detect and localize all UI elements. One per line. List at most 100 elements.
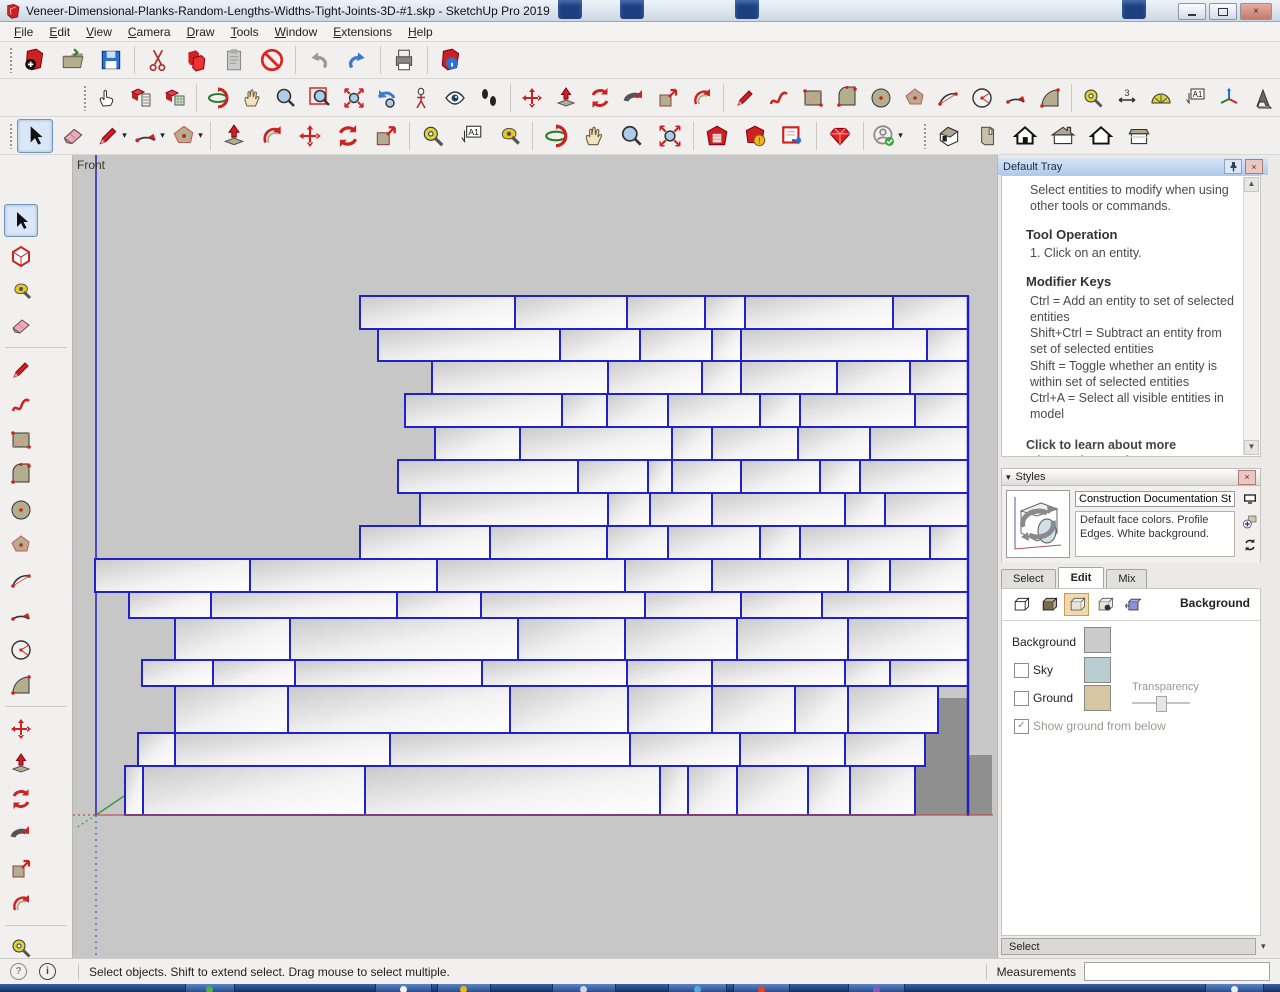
rectangle-button[interactable] — [797, 81, 829, 115]
styles-panel-header[interactable]: ▾ Styles × — [1001, 468, 1261, 486]
paint-bucket-button[interactable] — [4, 274, 38, 307]
erase-button[interactable] — [254, 43, 290, 77]
house-iso-button[interactable] — [931, 119, 967, 153]
scroll-up-icon[interactable]: ▲ — [1244, 177, 1259, 192]
pan-button[interactable] — [576, 119, 612, 153]
plank[interactable] — [844, 659, 891, 687]
plank[interactable] — [892, 295, 969, 330]
follow-me-button[interactable] — [4, 817, 38, 850]
plank[interactable] — [667, 525, 761, 560]
plank[interactable] — [561, 393, 608, 428]
select-field-arrow-icon[interactable]: ▾ — [1261, 941, 1266, 952]
plank[interactable] — [736, 765, 809, 816]
follow-me-button[interactable] — [618, 81, 650, 115]
plank[interactable] — [859, 459, 969, 494]
menu-tools[interactable]: Tools — [223, 23, 267, 41]
pin-icon[interactable] — [1224, 159, 1242, 174]
plank[interactable] — [819, 459, 861, 494]
create-new-style-button[interactable] — [1241, 513, 1258, 531]
tape-measure-button[interactable] — [415, 119, 451, 153]
plank[interactable] — [624, 617, 738, 661]
plank[interactable] — [210, 591, 398, 619]
plank[interactable] — [404, 393, 563, 428]
new-model-button[interactable] — [17, 43, 53, 77]
cut-button[interactable] — [140, 43, 176, 77]
taskbar-app-button[interactable] — [437, 984, 491, 992]
tab-select[interactable]: Select — [1001, 569, 1056, 588]
shapes-button[interactable]: ▾ — [169, 119, 205, 153]
instructor-scrollbar[interactable]: ▲ ▼ — [1243, 177, 1259, 455]
account-button[interactable]: ▾ — [869, 119, 905, 153]
select-button[interactable] — [17, 118, 53, 153]
sky-checkbox[interactable] — [1014, 663, 1029, 678]
modeling-settings-button[interactable] — [1120, 593, 1145, 616]
plank[interactable] — [844, 732, 926, 767]
plank[interactable] — [606, 393, 669, 428]
three-point-arc-button[interactable] — [1034, 81, 1066, 115]
print-button[interactable] — [386, 43, 422, 77]
transparency-slider-thumb[interactable] — [1156, 696, 1167, 712]
plank[interactable] — [509, 685, 629, 734]
plank[interactable] — [740, 360, 838, 395]
menu-extensions[interactable]: Extensions — [325, 23, 400, 41]
dimension-button[interactable]: 3 — [1111, 81, 1143, 115]
offset-button[interactable] — [254, 119, 290, 153]
select-hand-button[interactable] — [91, 81, 123, 115]
push-pull-button[interactable] — [4, 747, 38, 780]
zoom-button[interactable] — [270, 81, 302, 115]
send-to-layout-button[interactable] — [775, 119, 811, 153]
zoom-button[interactable] — [614, 119, 650, 153]
move-button[interactable] — [292, 119, 328, 153]
edge-settings-button[interactable] — [1008, 593, 1033, 616]
plank[interactable] — [821, 591, 969, 619]
house-chimney-button[interactable] — [1045, 119, 1081, 153]
menu-draw[interactable]: Draw — [179, 23, 223, 41]
plank[interactable] — [431, 360, 609, 395]
minimize-button[interactable] — [1178, 3, 1206, 20]
text-button[interactable]: A1 — [453, 119, 489, 153]
plank[interactable] — [174, 685, 289, 734]
taskbar-app-button[interactable] — [1205, 984, 1264, 992]
chevron-down-icon[interactable]: ▾ — [160, 130, 165, 141]
plank[interactable] — [607, 360, 703, 395]
walk-button[interactable] — [473, 81, 505, 115]
house-outline-button[interactable] — [1083, 119, 1119, 153]
taskbar-app-button[interactable] — [848, 984, 905, 992]
redo-button[interactable] — [339, 43, 375, 77]
plank[interactable] — [289, 617, 519, 661]
plank[interactable] — [559, 328, 641, 362]
plank[interactable] — [909, 360, 969, 395]
plank[interactable] — [799, 525, 931, 560]
plank[interactable] — [624, 558, 713, 593]
plank[interactable] — [799, 393, 916, 428]
circle-button[interactable] — [4, 493, 38, 526]
plank[interactable] — [481, 659, 628, 687]
menu-help[interactable]: Help — [400, 23, 441, 41]
3d-text-button[interactable] — [1247, 81, 1279, 115]
style-thumbnail[interactable] — [1006, 490, 1070, 558]
polygon-button[interactable] — [899, 81, 931, 115]
plank[interactable] — [94, 558, 251, 593]
plank[interactable] — [929, 525, 969, 560]
style-description[interactable]: Default face colors. Profile Edges. Whit… — [1075, 511, 1235, 557]
plank[interactable] — [639, 328, 713, 362]
position-camera-button[interactable] — [405, 81, 437, 115]
select-field[interactable]: Select — [1001, 938, 1256, 955]
learn-more-link[interactable]: Click to learn about more advanced opera… — [1026, 437, 1234, 456]
plank[interactable] — [294, 659, 483, 687]
move-button[interactable] — [516, 81, 548, 115]
taskbar-app-button[interactable] — [375, 984, 432, 992]
tape-measure-button[interactable] — [1077, 81, 1109, 115]
plank[interactable] — [889, 558, 969, 593]
taskbar-app-button[interactable] — [185, 984, 235, 992]
circle-button[interactable] — [865, 81, 897, 115]
text-button[interactable]: A1 — [1179, 81, 1211, 115]
plank[interactable] — [659, 765, 689, 816]
3d-warehouse-button[interactable] — [699, 119, 735, 153]
plank[interactable] — [844, 492, 886, 527]
open-button[interactable] — [55, 43, 91, 77]
taskbar-app-button[interactable] — [733, 984, 790, 992]
plank[interactable] — [436, 558, 626, 593]
plank[interactable] — [397, 459, 579, 494]
tab-mix[interactable]: Mix — [1106, 569, 1148, 588]
